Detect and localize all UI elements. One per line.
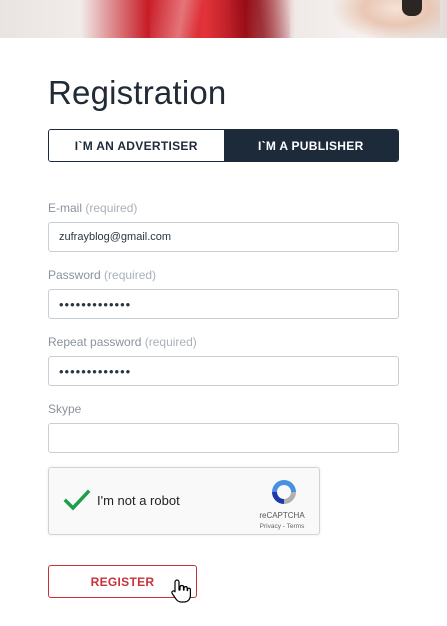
skype-label-text: Skype [48, 402, 82, 416]
page-title: Registration [48, 74, 227, 111]
recaptcha-widget: I'm not a robot reCAPTCHA Privacy - Term… [48, 467, 320, 535]
email-label: E-mail (required) [48, 201, 137, 215]
recaptcha-brand: reCAPTCHA [259, 511, 305, 520]
hand-cursor-icon [171, 579, 191, 603]
skype-label: Skype [48, 402, 81, 416]
repeat-password-label-text: Repeat password [48, 335, 142, 349]
recaptcha-logo-icon [272, 480, 296, 504]
recaptcha-privacy-terms[interactable]: Privacy - Terms [249, 523, 315, 530]
tab-publisher[interactable]: I`M A PUBLISHER [223, 130, 398, 161]
captcha-label: I'm not a robot [97, 493, 180, 508]
repeat-password-required-note: (required) [144, 335, 197, 349]
email-required-note: (required) [85, 201, 138, 215]
email-field[interactable] [48, 222, 399, 252]
repeat-password-field[interactable] [48, 356, 399, 386]
header-banner-image [0, 0, 447, 38]
password-label-text: Password [48, 268, 101, 282]
password-label: Password (required) [48, 268, 156, 282]
email-label-text: E-mail [48, 201, 83, 215]
password-field[interactable] [48, 289, 399, 319]
tab-advertiser[interactable]: I`M AN ADVERTISER [49, 130, 224, 161]
captcha-checkmark-icon[interactable] [63, 486, 91, 514]
skype-field[interactable] [48, 423, 399, 453]
password-required-note: (required) [104, 268, 157, 282]
account-type-tabs: I`M AN ADVERTISER I`M A PUBLISHER [48, 129, 399, 162]
repeat-password-label: Repeat password (required) [48, 335, 197, 349]
